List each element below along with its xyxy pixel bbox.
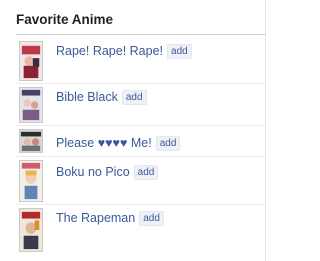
anime-list-item: The Rapeman add: [16, 205, 266, 255]
anime-title-link[interactable]: Rape! Rape! Rape! add: [56, 44, 192, 59]
anime-cover-thumbnail[interactable]: [19, 87, 43, 123]
anime-cover-thumbnail[interactable]: [19, 208, 43, 252]
add-button[interactable]: add: [121, 90, 147, 105]
add-button[interactable]: add: [139, 211, 164, 226]
anime-cover-thumbnail[interactable]: [19, 41, 43, 81]
anime-title-link[interactable]: Bible Black add: [56, 90, 147, 105]
anime-title-link[interactable]: Please ♥♥♥♥ Me! add: [56, 136, 181, 151]
anime-title-link[interactable]: Boku no Pico add: [56, 165, 159, 180]
add-button[interactable]: add: [155, 136, 181, 151]
add-button[interactable]: add: [167, 44, 192, 59]
anime-list-item: Please ♥♥♥♥ Me! add: [16, 126, 266, 157]
anime-cover-thumbnail[interactable]: [19, 160, 43, 202]
anime-list-item: Rape! Rape! Rape! add: [16, 38, 266, 84]
favorite-anime-panel: Favorite Anime Rape! Rape! Rape! add Bib…: [0, 0, 266, 261]
anime-title-link[interactable]: The Rapeman add: [56, 211, 164, 226]
add-button[interactable]: add: [133, 165, 159, 180]
anime-list-item: Bible Black add: [16, 84, 266, 126]
panel-title: Favorite Anime: [16, 12, 114, 27]
anime-cover-thumbnail[interactable]: [19, 129, 43, 153]
title-divider: [16, 34, 266, 35]
anime-list-item: Boku no Pico add: [16, 157, 266, 205]
